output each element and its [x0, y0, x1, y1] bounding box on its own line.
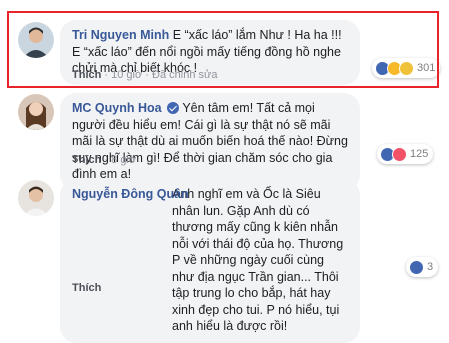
like-reaction-icon	[409, 259, 424, 275]
comment-text: Anh nghĩ em và Ốc là Siêu nhân lun. Gặp …	[172, 187, 344, 333]
like-link[interactable]: Thích	[72, 154, 101, 166]
avatar[interactable]	[18, 94, 54, 130]
reaction-count: 301	[417, 62, 436, 74]
reaction-summary[interactable]: 301	[372, 58, 441, 78]
reaction-summary[interactable]: 3	[406, 257, 439, 277]
love-reaction-icon	[392, 146, 407, 162]
avatar[interactable]	[18, 22, 54, 58]
avatar[interactable]	[18, 180, 54, 216]
reaction-count: 3	[427, 261, 434, 273]
comment-bubble: Nguyễn Đông Quân Anh nghĩ em và Ốc là Si…	[60, 179, 360, 343]
timestamp[interactable]: 8 giờ	[111, 154, 136, 166]
like-link[interactable]: Thích	[72, 282, 101, 294]
comment-actions: Thích · 8 giờ	[72, 154, 137, 166]
edited-label[interactable]: Đã chỉnh sửa	[152, 69, 217, 81]
timestamp[interactable]: 10 giờ	[111, 69, 142, 81]
author-name[interactable]: Nguyễn Đông Quân	[72, 186, 189, 203]
author-name[interactable]: Tri Nguyen Minh	[72, 28, 169, 42]
verified-badge-icon	[167, 102, 180, 114]
like-link[interactable]: Thích	[72, 69, 101, 81]
reaction-summary[interactable]: 125	[377, 144, 434, 164]
sad-reaction-icon	[399, 60, 414, 76]
comment-bubble: MC Quynh Hoa Yên tâm em! Tất cả mọi ngườ…	[60, 93, 360, 191]
reaction-count: 125	[410, 148, 429, 160]
comment-actions: Thích · 10 giờ · Đã chỉnh sửa	[72, 69, 218, 81]
comment-actions: Thích	[72, 282, 101, 294]
author-name[interactable]: MC Quynh Hoa	[72, 101, 162, 115]
